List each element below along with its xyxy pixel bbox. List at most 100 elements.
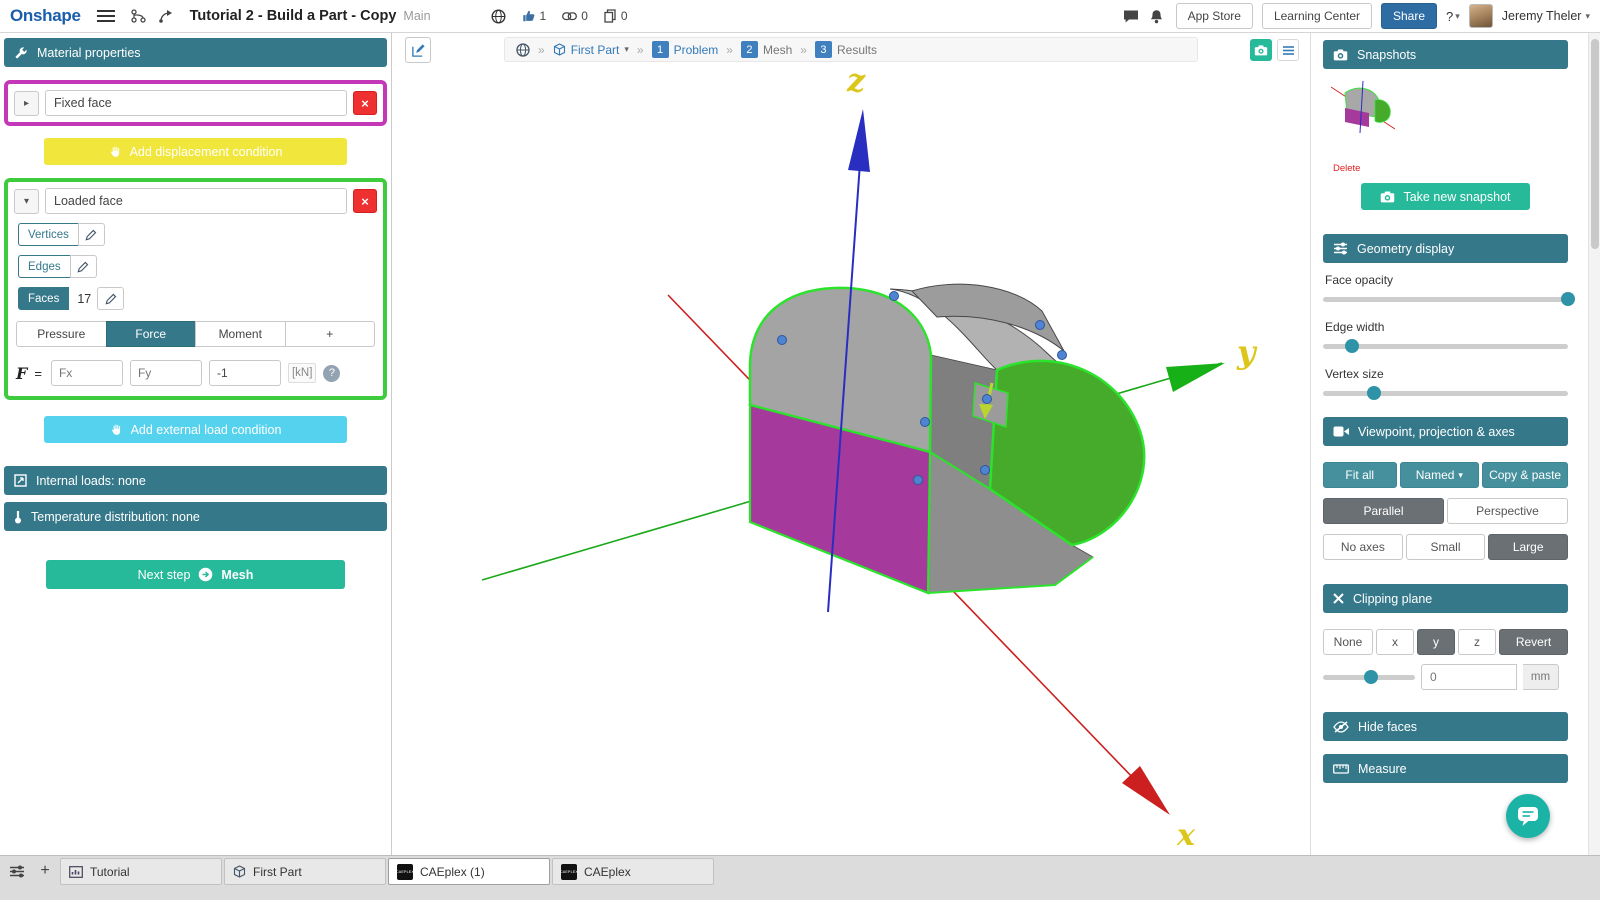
delete-snapshot-link[interactable]: Delete [1333,163,1360,174]
vertex-dot[interactable] [778,336,787,345]
slider-thumb[interactable] [1367,386,1381,400]
fz-input[interactable] [209,360,281,386]
viewport-camera-button[interactable] [1250,39,1272,61]
expand-condition-button[interactable]: ▸ [14,91,39,116]
tab-force[interactable]: Force [106,321,197,347]
breadcrumb-step-results[interactable]: 3 Results [815,41,877,58]
vertex-dot[interactable] [983,395,992,404]
edge-width-slider[interactable] [1323,335,1568,357]
temperature-header[interactable]: Temperature distribution: none [4,502,387,531]
edit-faces-button[interactable] [97,287,124,310]
right-scrollbar[interactable] [1588,33,1600,855]
comments-icon[interactable] [1123,9,1139,23]
fit-all-button[interactable]: Fit all [1323,462,1397,488]
vertex-dot[interactable] [981,466,990,475]
vertex-dot[interactable] [921,418,930,427]
clip-offset-slider[interactable] [1323,666,1415,688]
vertex-dot[interactable] [1058,351,1067,360]
tab-moment[interactable]: Moment [195,321,286,347]
viewport-list-button[interactable] [1277,39,1299,61]
breadcrumb-step-mesh[interactable]: 2 Mesh [741,41,792,58]
small-axes-button[interactable]: Small [1406,534,1486,560]
onshape-logo[interactable]: Onshape [10,6,81,26]
remove-condition-button[interactable]: × [353,91,377,115]
snapshots-header[interactable]: Snapshots [1323,40,1568,69]
edges-selector-chip[interactable]: Edges [18,255,71,278]
fixed-face-name-input[interactable] [45,90,347,116]
history-icon[interactable] [159,9,174,23]
next-step-button[interactable]: Next step Mesh [46,560,345,589]
3d-scene[interactable]: z y x [392,33,1310,855]
fy-input[interactable] [130,360,202,386]
vertex-dot[interactable] [914,476,923,485]
slider-thumb[interactable] [1561,292,1575,306]
internal-loads-header[interactable]: Internal loads: none [4,466,387,495]
public-globe-icon[interactable] [491,9,506,24]
clip-offset-input[interactable] [1421,664,1517,690]
add-displacement-condition-button[interactable]: Add displacement condition [44,138,347,165]
clip-z-button[interactable]: z [1458,629,1496,655]
learning-center-button[interactable]: Learning Center [1262,3,1372,29]
clip-revert-button[interactable]: Revert [1499,629,1568,655]
slider-thumb[interactable] [1364,670,1378,684]
remove-condition-button[interactable]: × [353,189,377,213]
vertices-selector-chip[interactable]: Vertices [18,223,79,246]
named-views-button[interactable]: Named▾ [1400,462,1480,488]
globe-icon[interactable] [516,43,530,57]
scrollbar-thumb[interactable] [1591,39,1599,249]
face-opacity-slider[interactable] [1323,288,1568,310]
geometry-display-header[interactable]: Geometry display [1323,234,1568,263]
faces-selector-chip[interactable]: Faces [18,287,69,310]
loaded-face-name-input[interactable] [45,188,347,214]
3d-viewport[interactable]: z y x » First Part ▾ » 1 Problem » 2 Mes… [392,33,1310,855]
collapse-condition-button[interactable]: ▾ [14,189,39,214]
tab-manager-icon[interactable] [4,858,30,884]
copy-paste-button[interactable]: Copy & paste [1482,462,1568,488]
tab-add[interactable]: + [285,321,376,347]
add-external-load-button[interactable]: Add external load condition [44,416,347,443]
app-store-button[interactable]: App Store [1176,3,1253,29]
breadcrumb-part-link[interactable]: First Part ▾ [553,43,629,57]
breadcrumb-step-problem[interactable]: 1 Problem [652,41,719,58]
user-menu[interactable]: Jeremy Theler ▾ [1502,9,1590,23]
slider-thumb[interactable] [1345,339,1359,353]
force-help-button[interactable]: ? [323,365,340,382]
clip-y-button[interactable]: y [1417,629,1455,655]
links-counter[interactable]: 0 [562,9,588,23]
vertex-dot[interactable] [1036,321,1045,330]
viewpoint-header[interactable]: Viewpoint, projection & axes [1323,417,1568,446]
edit-vertices-button[interactable] [78,223,105,246]
take-snapshot-button[interactable]: Take new snapshot [1361,183,1530,210]
hamburger-menu-icon[interactable] [97,10,115,22]
clipping-plane-header[interactable]: Clipping plane [1323,584,1568,613]
versions-icon[interactable] [131,9,147,23]
notifications-bell-icon[interactable] [1150,9,1163,24]
copies-counter[interactable]: 0 [604,9,628,23]
tab-first-part[interactable]: First Part [224,858,386,885]
tab-tutorial[interactable]: Tutorial [60,858,222,885]
chat-button[interactable] [1506,794,1550,838]
clip-none-button[interactable]: None [1323,629,1373,655]
material-properties-header[interactable]: Material properties [4,38,387,67]
hide-faces-header[interactable]: Hide faces [1323,712,1568,741]
likes-counter[interactable]: 1 [522,9,547,23]
no-axes-button[interactable]: No axes [1323,534,1403,560]
large-axes-button[interactable]: Large [1488,534,1568,560]
workspace-name[interactable]: Main [403,9,430,23]
parallel-projection-button[interactable]: Parallel [1323,498,1444,524]
snapshot-thumbnail[interactable] [1325,77,1399,137]
measure-header[interactable]: Measure [1323,754,1568,783]
clip-x-button[interactable]: x [1376,629,1414,655]
vertex-size-slider[interactable] [1323,382,1568,404]
edit-edges-button[interactable] [70,255,97,278]
vertex-dot[interactable] [890,292,899,301]
tab-pressure[interactable]: Pressure [16,321,107,347]
fx-input[interactable] [51,360,123,386]
share-button[interactable]: Share [1381,3,1437,29]
edit-button[interactable] [405,37,431,63]
add-tab-button[interactable]: + [32,858,58,884]
perspective-projection-button[interactable]: Perspective [1447,498,1568,524]
help-menu[interactable]: ? ▾ [1446,9,1460,24]
tab-caeplex-active[interactable]: CAEPLEX CAEplex (1) [388,858,550,885]
tab-caeplex[interactable]: CAEPLEX CAEplex [552,858,714,885]
